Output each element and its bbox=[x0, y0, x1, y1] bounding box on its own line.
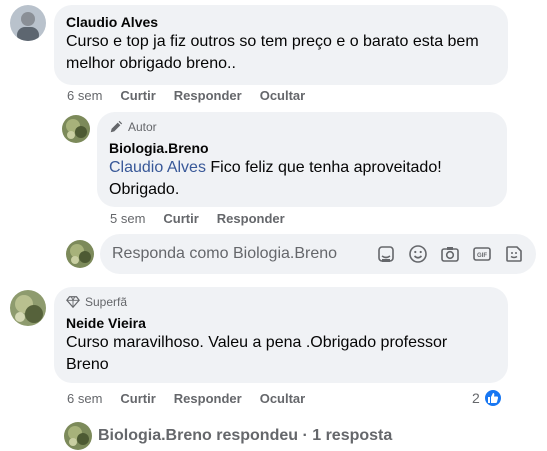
reply-actions: 5 sem Curtir Responder bbox=[110, 211, 303, 226]
reaction-count[interactable]: 2 bbox=[472, 388, 503, 408]
reply-button[interactable]: Responder bbox=[174, 88, 242, 103]
camera-icon[interactable] bbox=[440, 244, 460, 264]
reply-author[interactable]: Biologia.Breno bbox=[109, 139, 495, 157]
avatar-sticker-icon[interactable] bbox=[504, 244, 524, 264]
comment-text: Curso maravilhoso. Valeu a pena .Obrigad… bbox=[66, 334, 448, 373]
like-thumb-icon bbox=[482, 388, 503, 408]
comment-author[interactable]: Claudio Alves bbox=[66, 13, 496, 31]
emoji-icon[interactable] bbox=[408, 244, 428, 264]
like-button[interactable]: Curtir bbox=[120, 88, 155, 103]
mention-link[interactable]: Claudio Alves bbox=[109, 159, 206, 176]
badge-label: Superfã bbox=[85, 295, 128, 309]
comment-text: Curso e top ja fiz outros so tem preço e… bbox=[66, 33, 479, 72]
composer-avatar bbox=[66, 240, 94, 268]
reply-composer[interactable]: Responda como Biologia.Breno GIF bbox=[100, 234, 536, 274]
svg-text:GIF: GIF bbox=[477, 253, 487, 259]
comment-author[interactable]: Neide Vieira bbox=[66, 314, 496, 332]
replier-avatar bbox=[64, 422, 92, 450]
view-replies-link[interactable]: Biologia.Breno respondeu · 1 resposta bbox=[64, 422, 392, 450]
pencil-icon bbox=[110, 120, 123, 133]
diamond-icon bbox=[66, 296, 80, 309]
avatar-biologia-breno[interactable] bbox=[62, 115, 90, 143]
reply-input-placeholder[interactable]: Responda como Biologia.Breno bbox=[112, 245, 364, 263]
reply-button[interactable]: Responder bbox=[174, 391, 242, 406]
composer-tools: GIF bbox=[364, 244, 524, 264]
comment-bubble-claudio: Claudio Alves Curso e top ja fiz outros … bbox=[54, 5, 508, 85]
comment-time[interactable]: 6 sem bbox=[67, 391, 102, 406]
like-button[interactable]: Curtir bbox=[163, 211, 198, 226]
avatar-neide[interactable] bbox=[10, 290, 46, 326]
badge-label: Autor bbox=[128, 120, 157, 134]
like-button[interactable]: Curtir bbox=[120, 391, 155, 406]
avatar-claudio[interactable] bbox=[10, 5, 46, 41]
superfan-badge: Superfã bbox=[66, 294, 496, 310]
hide-button[interactable]: Ocultar bbox=[260, 88, 306, 103]
comment-actions: 6 sem Curtir Responder Ocultar bbox=[67, 88, 323, 103]
sticker-icon[interactable] bbox=[376, 244, 396, 264]
reply-button[interactable]: Responder bbox=[217, 211, 285, 226]
gif-icon[interactable]: GIF bbox=[472, 244, 492, 264]
reply-text: Claudio Alves Fico feliz que tenha aprov… bbox=[109, 157, 495, 201]
comment-actions: 6 sem Curtir Responder Ocultar bbox=[67, 391, 323, 406]
reaction-number: 2 bbox=[472, 390, 480, 406]
comment-bubble-neide: Superfã Neide Vieira Curso maravilhoso. … bbox=[54, 287, 508, 383]
author-badge: Autor bbox=[109, 119, 495, 135]
comment-time[interactable]: 6 sem bbox=[67, 88, 102, 103]
replies-summary-text[interactable]: Biologia.Breno respondeu · 1 resposta bbox=[98, 427, 392, 445]
reply-time[interactable]: 5 sem bbox=[110, 211, 145, 226]
reply-bubble-biologia: Autor Biologia.Breno Claudio Alves Fico … bbox=[97, 112, 507, 207]
hide-button[interactable]: Ocultar bbox=[260, 391, 306, 406]
